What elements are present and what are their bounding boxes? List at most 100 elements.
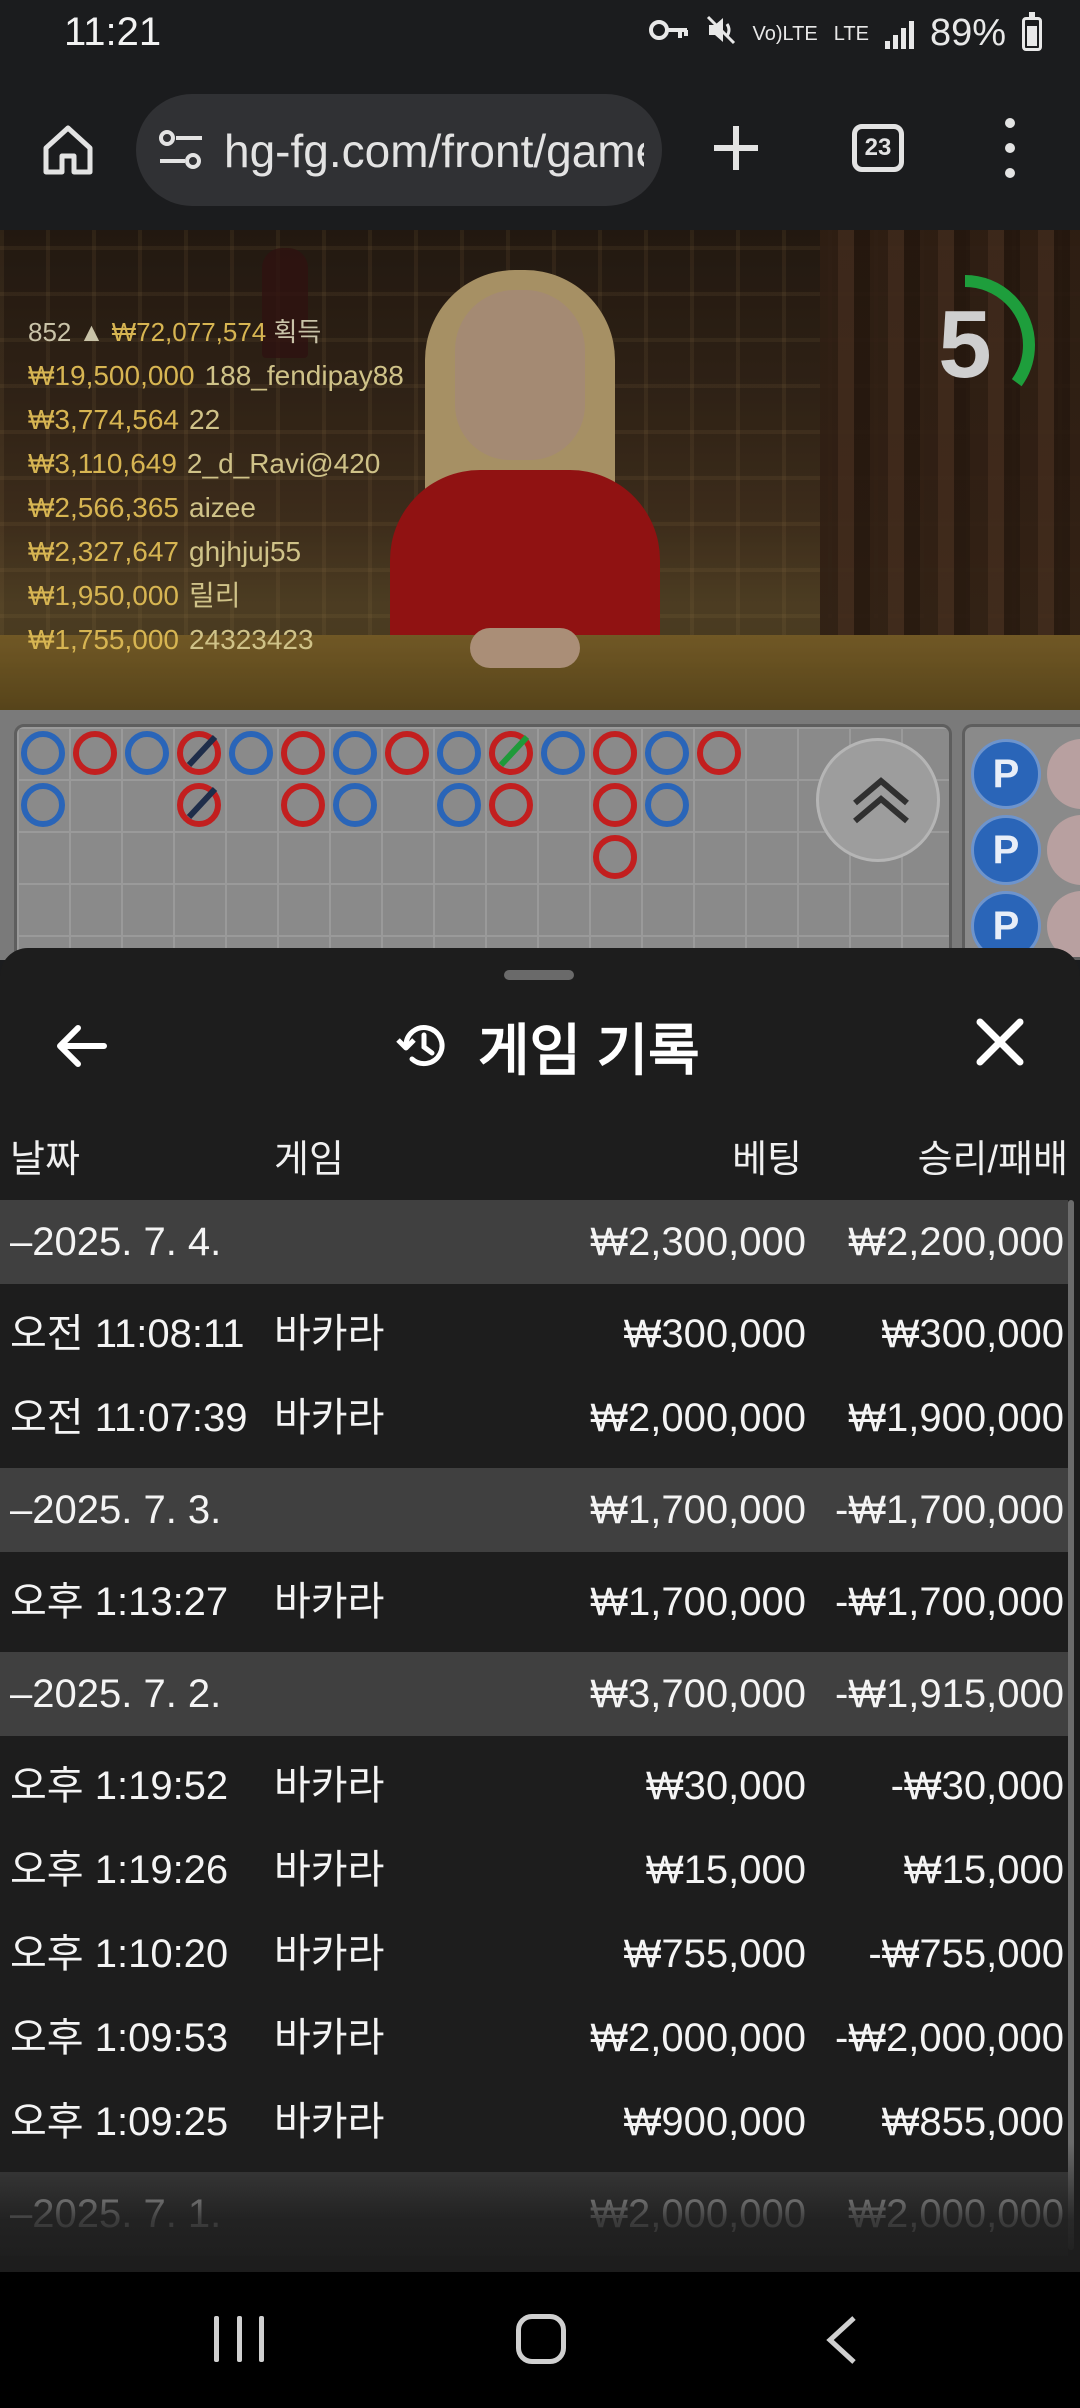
more-icon-dot (1005, 118, 1015, 128)
game-record-row[interactable]: 오전 11:07:39 바카라 ₩2,000,000 ₩1,900,000 (0, 1376, 1068, 1460)
date-group-row[interactable]: –2025. 7. 2. ₩3,700,000 -₩1,915,000 (0, 1652, 1068, 1736)
countdown-timer: 5 (890, 270, 1040, 420)
winner-amount: ₩2,566,365 (28, 492, 179, 523)
volte-label: Vo)LTE (752, 22, 818, 45)
game-record-row[interactable]: 오전 11:08:11 바카라 ₩300,000 ₩300,000 (0, 1292, 1068, 1376)
game-record-row[interactable]: 오후 1:19:52 바카라 ₩30,000 -₩30,000 (0, 1744, 1068, 1828)
tab-switcher-button[interactable]: 23 (852, 124, 904, 172)
bet-total-cell: ₩1,700,000 (590, 1488, 806, 1532)
bet-cell: ₩15,000 (645, 1848, 806, 1892)
road-mark-player (333, 731, 377, 775)
road-mark-tie (186, 734, 218, 768)
winner-row: ₩2,327,647 ghjhjuj55 (28, 530, 404, 574)
game-record-row[interactable]: 오후 1:19:26 바카라 ₩15,000 ₩15,000 (0, 1828, 1068, 1912)
game-cell: 바카라 (274, 1932, 385, 1976)
bead-banker (1047, 815, 1080, 885)
winner-row: ₩3,110,649 2_d_Ravi@420 (28, 442, 404, 486)
date-cell: –2025. 7. 3. (10, 1488, 222, 1532)
recent-apps-button[interactable] (214, 2316, 264, 2362)
winner-amount: ₩1,950,000 (28, 580, 179, 611)
bead-player: P (971, 815, 1041, 885)
winner-name: ghjhjuj55 (189, 536, 302, 567)
winner-row: ₩19,500,000 188_fendipay88 (28, 354, 404, 398)
more-icon-dot (1005, 143, 1015, 153)
expand-scoreboard-button[interactable] (816, 738, 940, 862)
game-record-row[interactable]: 오후 1:13:27 바카라 ₩1,700,000 -₩1,700,000 (0, 1560, 1068, 1644)
mute-icon (705, 14, 737, 54)
home-nav-button[interactable] (516, 2314, 566, 2364)
site-settings-icon[interactable] (158, 128, 204, 172)
column-header-bet[interactable]: 베팅 (732, 1128, 802, 1183)
game-record-row[interactable]: 오후 1:09:25 바카라 ₩900,000 ₩855,000 (0, 2080, 1068, 2164)
game-cell: 바카라 (274, 2100, 385, 2144)
scrollbar[interactable] (1068, 1200, 1074, 2250)
road-mark-player (229, 731, 273, 775)
column-header-game[interactable]: 게임 (274, 1128, 344, 1183)
road-mark-player (437, 731, 481, 775)
win-loss-cell: ₩15,000 (903, 1848, 1064, 1892)
big-road[interactable] (14, 724, 952, 960)
url-text[interactable]: hg-fg.com/front/game (224, 124, 644, 178)
game-cell: 바카라 (274, 1396, 385, 1440)
winner-row: ₩1,950,000 릴리 (28, 574, 404, 618)
road-mark-player (21, 731, 65, 775)
win-loss-cell: -₩1,700,000 (834, 1580, 1064, 1624)
win-loss-total-cell: -₩1,700,000 (834, 1488, 1064, 1532)
time-cell: 오전 11:08:11 (10, 1312, 245, 1356)
status-icons: Vo)LTE LTE 89% (648, 11, 1042, 55)
date-cell: –2025. 7. 2. (10, 1672, 222, 1716)
more-icon-dot (1005, 168, 1015, 178)
date-cell: –2025. 7. 4. (10, 1220, 222, 1264)
win-loss-total-cell: ₩2,200,000 (848, 1220, 1064, 1264)
column-header-date[interactable]: 날짜 (10, 1128, 80, 1183)
bet-cell: ₩900,000 (623, 2100, 806, 2144)
winner-name: 릴리 (189, 580, 241, 611)
big-road-marks (21, 731, 741, 879)
road-mark-tie (498, 734, 530, 768)
road-mark-player (541, 731, 585, 775)
road-mark-player (333, 783, 377, 827)
road-mark-banker (593, 731, 637, 775)
sheet-title: 게임 기록 (394, 1004, 700, 1088)
time-cell: 오후 1:13:27 (10, 1580, 229, 1624)
winner-amount: ₩3,774,564 (28, 404, 179, 435)
back-nav-button[interactable] (820, 2314, 864, 2366)
win-loss-cell: ₩1,900,000 (848, 1396, 1064, 1440)
road-mark-banker (281, 783, 325, 827)
road-mark-player (645, 783, 689, 827)
bet-total-cell: ₩2,300,000 (590, 1220, 806, 1264)
game-cell: 바카라 (274, 1312, 385, 1356)
date-group-row[interactable]: –2025. 7. 3. ₩1,700,000 -₩1,700,000 (0, 1468, 1068, 1552)
sheet-drag-handle[interactable] (504, 970, 574, 980)
game-record-row[interactable]: 오후 1:10:20 바카라 ₩755,000 -₩755,000 (0, 1912, 1068, 1996)
game-record-row[interactable]: 오후 1:09:53 바카라 ₩2,000,000 -₩2,000,000 (0, 1996, 1068, 2080)
live-dealer-video[interactable]: 852 ▲ ₩72,077,574 획득 ₩19,500,000 188_fend… (0, 230, 1080, 710)
new-tab-button[interactable] (704, 116, 768, 180)
status-bar: 11:21 Vo)LTE LTE 89% (0, 0, 1080, 72)
bet-cell: ₩755,000 (623, 1932, 806, 1976)
winner-name: 188_fendipay88 (204, 360, 404, 391)
date-group-row[interactable]: –2025. 7. 4. ₩2,300,000 ₩2,200,000 (0, 1200, 1068, 1284)
home-button[interactable] (38, 120, 98, 180)
road-mark-player (125, 731, 169, 775)
system-nav-bar (0, 2272, 1080, 2408)
close-button[interactable] (972, 1014, 1028, 1070)
winner-name: 24323423 (189, 624, 314, 655)
bead-road[interactable]: P P P (962, 724, 1080, 960)
road-mark-banker (281, 731, 325, 775)
address-bar[interactable]: hg-fg.com/front/game (136, 94, 662, 206)
winners-suffix: 획득 (273, 317, 322, 347)
winner-row: ₩1,755,000 24323423 (28, 618, 404, 662)
win-loss-cell: -₩755,000 (868, 1932, 1064, 1976)
bet-cell: ₩2,000,000 (590, 1396, 806, 1440)
browser-menu-button[interactable] (998, 118, 1022, 178)
status-time: 11:21 (64, 10, 162, 54)
back-button[interactable] (50, 1014, 114, 1078)
chevron-left-icon (826, 2316, 856, 2364)
date-group-row[interactable]: –2025. 7. 1. ₩2,000,000 ₩2,000,000 (0, 2172, 1068, 2256)
winner-name: 22 (189, 404, 221, 435)
column-header-win-loss[interactable]: 승리/패배 (918, 1128, 1068, 1183)
winner-row: ₩2,566,365 aizee (28, 486, 404, 530)
time-cell: 오후 1:09:25 (10, 2100, 229, 2144)
win-loss-cell: ₩855,000 (881, 2100, 1064, 2144)
